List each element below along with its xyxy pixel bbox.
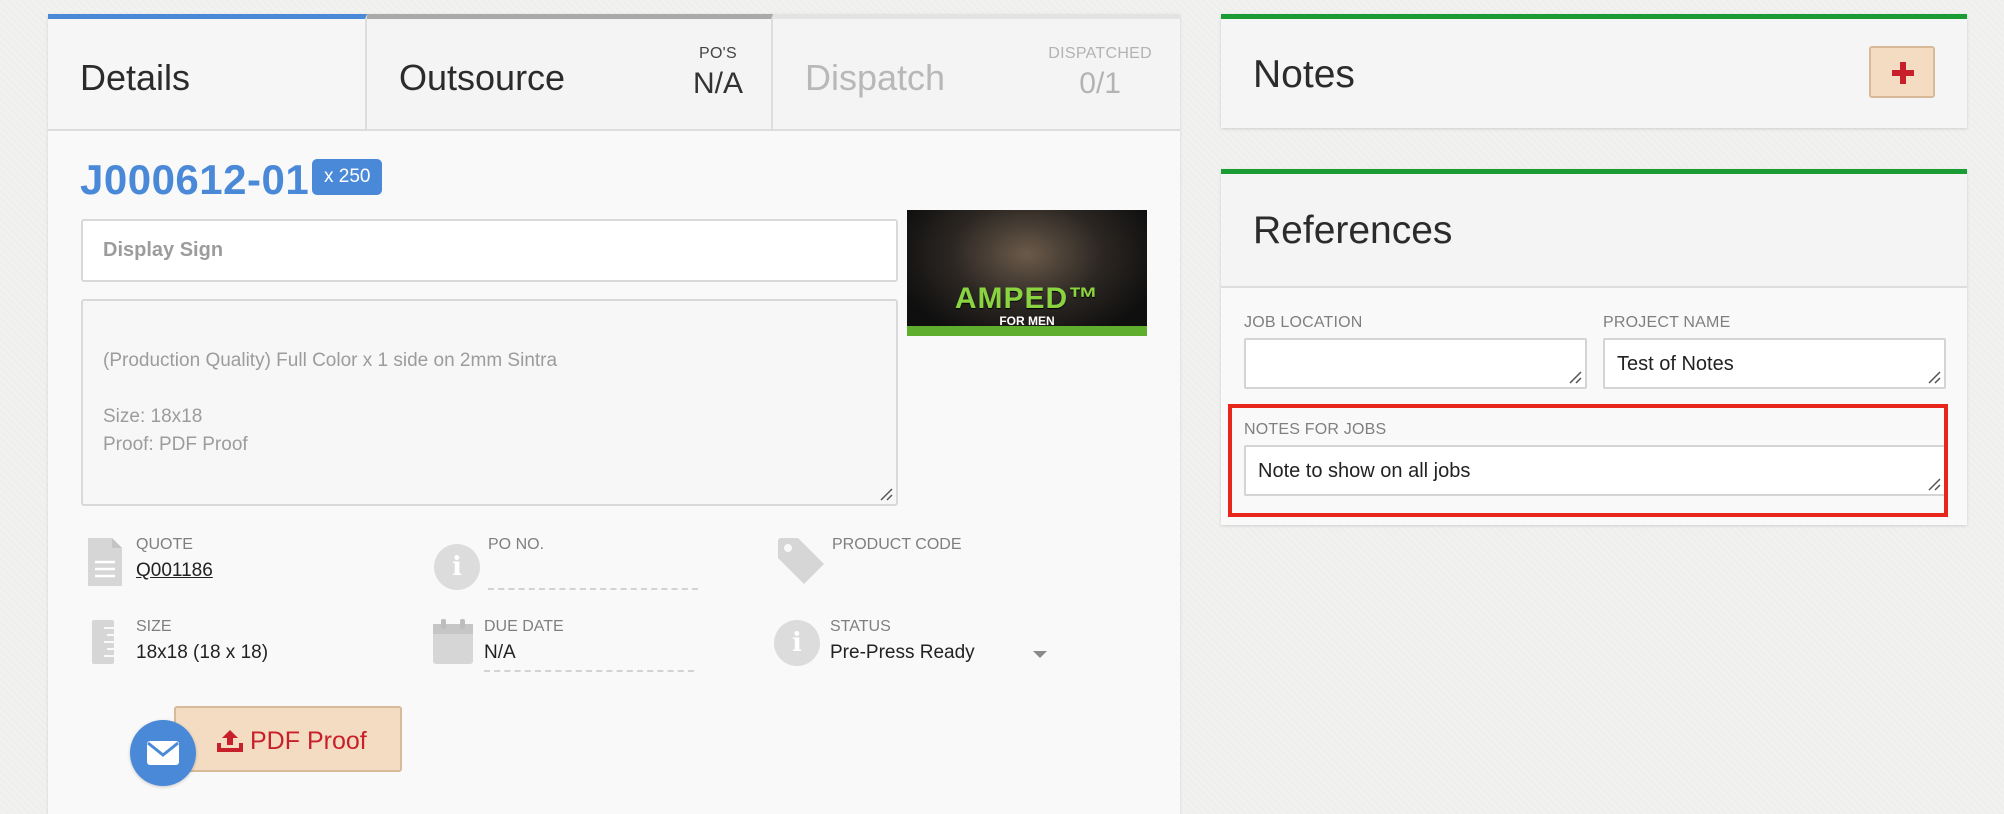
dispatched-value: 0/1 [1079, 67, 1121, 100]
project-name-label: PROJECT NAME [1603, 314, 1731, 331]
job-number: J000612-01 [80, 156, 310, 203]
job-location-label: JOB LOCATION [1244, 314, 1363, 331]
pos-label: PO'S [698, 45, 738, 62]
due-date-label: DUE DATE [484, 618, 564, 635]
notes-title: Notes [1253, 53, 1355, 96]
quote-field: QUOTE Q001186 [86, 536, 346, 596]
chevron-down-icon[interactable] [1032, 650, 1048, 660]
size-label: SIZE [136, 618, 172, 635]
project-name-resize-icon[interactable] [1927, 370, 1941, 384]
product-thumbnail[interactable]: AMPED™ FOR MEN [907, 210, 1147, 336]
document-icon [88, 538, 122, 586]
size-field: SIZE 18x18 (18 x 18) [90, 618, 360, 678]
tab-details-label: Details [80, 57, 191, 98]
po-number-label: PO NO. [488, 536, 545, 553]
tab-dispatch-label: Dispatch [805, 57, 946, 98]
status-info-icon: i [774, 620, 820, 666]
job-tabs: Details Outsource PO'S N/A Dispatch DISP… [48, 14, 1180, 131]
tag-icon [778, 538, 824, 584]
dispatched-count: DISPATCHED 0/1 [1048, 45, 1152, 101]
upload-icon [217, 730, 243, 752]
notes-for-jobs-highlight [1228, 404, 1948, 517]
product-code-label: PRODUCT CODE [832, 536, 962, 553]
plus-icon [1892, 62, 1914, 84]
project-name-input[interactable]: Test of Notes [1603, 338, 1946, 389]
tab-details[interactable]: Details [48, 14, 367, 129]
job-location-input[interactable] [1244, 338, 1587, 389]
email-proof-button[interactable] [130, 720, 196, 786]
tab-dispatch[interactable]: Dispatch DISPATCHED 0/1 [773, 14, 1180, 129]
references-header: References [1221, 174, 1967, 288]
tab-outsource-label: Outsource [399, 57, 566, 98]
job-location-resize-icon[interactable] [1568, 370, 1582, 384]
due-date-underline [484, 670, 694, 672]
status-field: i STATUS Pre-Press Ready [774, 618, 1074, 678]
quantity-badge: x 250 [312, 159, 383, 195]
po-number-field: i PO NO. [434, 536, 704, 596]
pos-value: N/A [692, 67, 743, 100]
dispatched-label: DISPATCHED [1048, 45, 1152, 62]
calendar-icon [433, 619, 473, 664]
project-name-value: Test of Notes [1617, 353, 1734, 375]
due-date-value[interactable]: N/A [484, 642, 516, 664]
info-icon: i [434, 544, 480, 590]
references-title: References [1253, 209, 1453, 252]
status-label: STATUS [830, 618, 891, 635]
job-title-input[interactable]: Display Sign [81, 219, 898, 282]
notes-card: Notes [1221, 14, 1967, 128]
pdf-proof-label: PDF Proof [250, 727, 367, 755]
size-value: 18x18 (18 x 18) [136, 642, 269, 663]
job-description-textarea[interactable]: (Production Quality) Full Color x 1 side… [81, 299, 898, 506]
quote-link[interactable]: Q001186 [136, 560, 213, 582]
resize-grip-icon[interactable] [879, 487, 893, 501]
quote-label: QUOTE [136, 536, 193, 553]
product-code-field: PRODUCT CODE [776, 536, 1036, 596]
thumbnail-headline: AMPED™ [954, 282, 1100, 315]
due-date-field: DUE DATE N/A [432, 618, 702, 678]
envelope-icon [147, 741, 179, 765]
tab-outsource[interactable]: Outsource PO'S N/A [367, 14, 773, 129]
job-details-card: Details Outsource PO'S N/A Dispatch DISP… [48, 14, 1180, 814]
thumbnail-strip [907, 326, 1147, 336]
status-select[interactable]: Pre-Press Ready [830, 642, 975, 664]
job-description-text: (Production Quality) Full Color x 1 side… [103, 350, 558, 455]
ruler-icon [92, 620, 114, 664]
po-number-underline [488, 588, 698, 590]
pos-count: PO'S N/A [693, 45, 743, 101]
add-note-button[interactable] [1869, 46, 1935, 98]
upload-pdf-proof-button[interactable]: PDF Proof [174, 706, 402, 772]
